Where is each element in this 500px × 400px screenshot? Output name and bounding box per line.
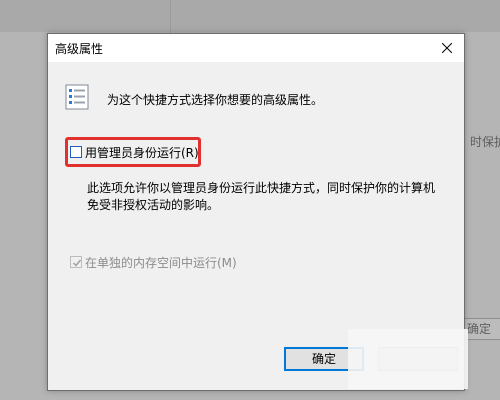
dialog-header-text: 为这个快捷方式选择你想要的高级属性。: [107, 93, 324, 107]
separate-memory-label: 在单独的内存空间中运行(M): [85, 255, 237, 270]
run-as-admin-checkbox[interactable]: [70, 146, 82, 158]
background-window-toolbar: [0, 0, 500, 32]
run-as-admin-label[interactable]: 用管理员身份运行(R): [85, 144, 199, 161]
admin-description-line-2: 免受非授权活动的影响。: [87, 198, 220, 212]
admin-description-line-1: 此选项允许你以管理员身份运行此快捷方式，同时保护你的计算机: [87, 181, 436, 195]
checkmark-icon: [72, 259, 82, 267]
close-icon: [442, 43, 452, 53]
close-button[interactable]: [430, 34, 464, 62]
background-text-fragment: 时保护: [470, 135, 500, 149]
run-as-admin-option[interactable]: 用管理员身份运行(R): [70, 144, 199, 160]
separate-memory-option: 在单独的内存空间中运行(M): [70, 254, 237, 270]
separate-memory-checkbox: [70, 256, 82, 268]
checklist-icon: [65, 84, 89, 110]
desktop-background: 时保护 确定 高级属性 为这个快捷方式选择你想要的高级属性。 用管理员身: [0, 0, 500, 400]
background-divider: [170, 0, 171, 34]
dialog-titlebar: 高级属性: [48, 34, 464, 62]
dialog-title: 高级属性: [55, 42, 104, 56]
watermark-overlay: [348, 329, 468, 389]
advanced-properties-dialog: 高级属性 为这个快捷方式选择你想要的高级属性。 用管理员身份运行(R) 此选项允…: [47, 33, 468, 391]
